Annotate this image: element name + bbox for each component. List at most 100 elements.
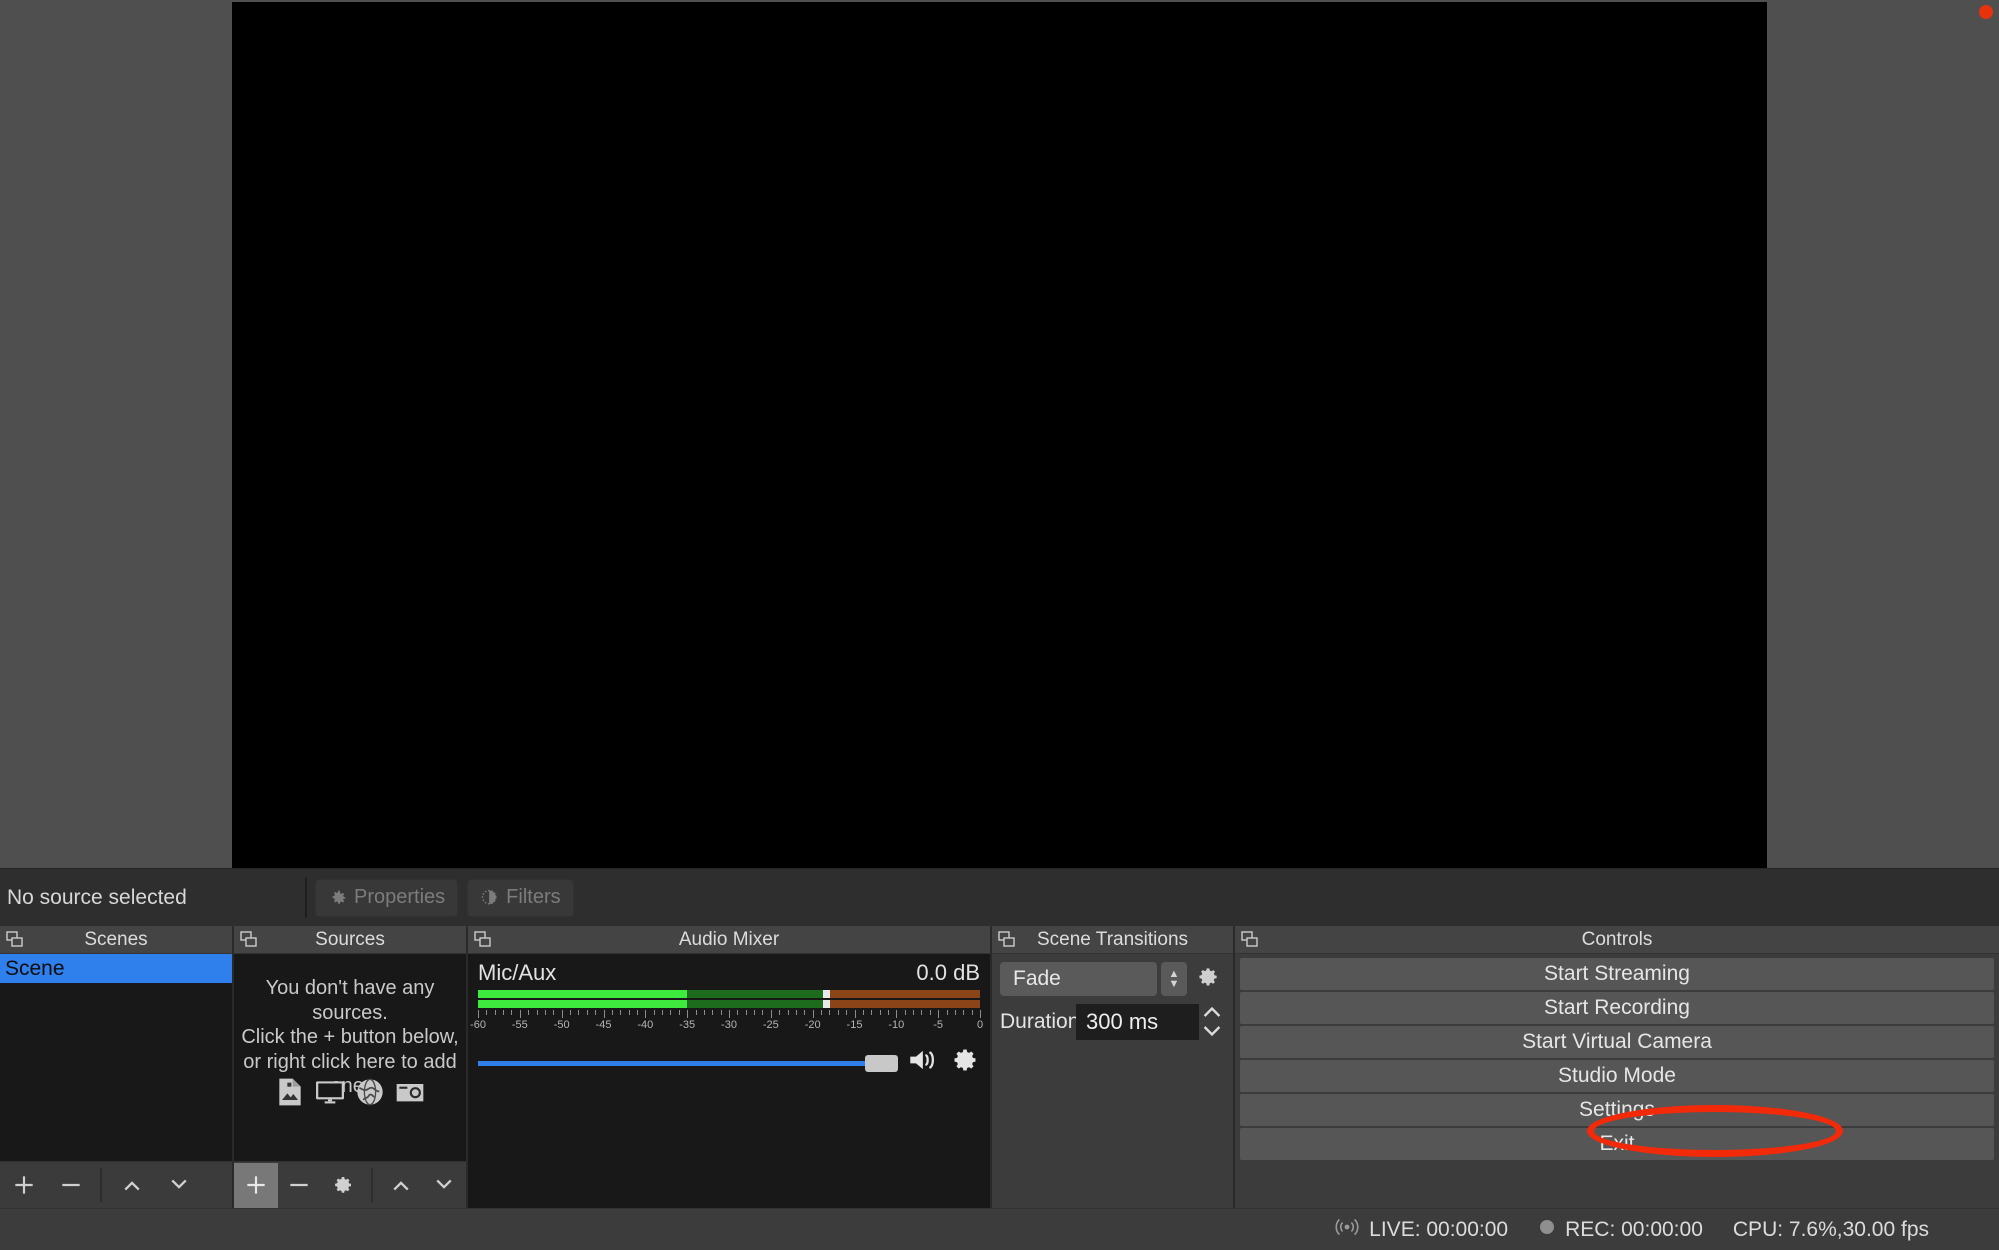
meter-tick [971, 1010, 973, 1015]
transition-select[interactable]: Fade [1000, 962, 1157, 996]
scenes-toolbar [0, 1161, 232, 1208]
meter-tick [804, 1010, 806, 1015]
start-streaming-label: Start Streaming [1544, 962, 1690, 985]
volume-slider-track [478, 1060, 898, 1066]
remove-source-button[interactable] [278, 1163, 322, 1208]
meter-tick-label: -40 [637, 1019, 654, 1031]
chevron-down-icon[interactable] [1201, 1024, 1223, 1044]
audio-channel-strip: Mic/Aux 0.0 dB -60 -55 -50 -45 -40 -35 -30 -25-… [468, 954, 990, 1208]
meter-tick [762, 1010, 764, 1015]
properties-button[interactable]: Properties [315, 878, 459, 917]
sources-toolbar [234, 1161, 466, 1208]
add-source-button[interactable] [234, 1162, 278, 1208]
sources-dock-body: You don't have any sources. Click the + … [234, 954, 466, 1208]
meter-tick-label: 0 [976, 1019, 984, 1031]
move-scene-up-button[interactable] [108, 1163, 155, 1208]
undock-icon[interactable] [1240, 930, 1260, 955]
audio-mixer-dock-body: Mic/Aux 0.0 dB -60 -55 -50 -45 -40 -35 -30 -25-… [468, 954, 990, 1208]
start-virtual-camera-button[interactable]: Start Virtual Camera [1240, 1026, 1994, 1058]
meter-segment-warning [825, 990, 980, 998]
meter-tick [653, 1010, 655, 1015]
undock-icon[interactable] [997, 930, 1017, 955]
broadcast-icon [1334, 1216, 1360, 1244]
meter-tick [887, 1010, 889, 1015]
filters-button[interactable]: Filters [467, 878, 574, 917]
meter-tick [812, 1010, 814, 1018]
cpu-status: CPU: 7.6%,30.00 fps [1733, 1218, 1929, 1242]
meter-tick [946, 1010, 948, 1015]
undock-icon[interactable] [5, 930, 25, 955]
meter-tick [628, 1010, 630, 1015]
scenes-list[interactable]: Scene [0, 954, 232, 1161]
transition-select-arrows[interactable]: ▲ ▼ [1161, 962, 1187, 996]
speaker-icon[interactable] [908, 1045, 940, 1080]
volume-slider[interactable] [478, 1052, 898, 1074]
scenes-dock: Scenes Scene [0, 926, 232, 1208]
meter-tick [837, 1010, 839, 1015]
list-item[interactable]: Scene [0, 954, 232, 983]
meter-tick-label: -25 [762, 1019, 779, 1031]
meter-tick [963, 1010, 965, 1015]
meter-tick [645, 1010, 647, 1018]
scenes-dock-title: Scenes [84, 928, 148, 950]
meter-tick [578, 1010, 580, 1015]
chevron-up-icon[interactable] [1201, 1004, 1223, 1024]
sources-list[interactable]: You don't have any sources. Click the + … [234, 954, 466, 1161]
remove-scene-button[interactable] [47, 1163, 94, 1208]
record-dot-icon [1538, 1218, 1556, 1242]
duration-input[interactable]: 300 ms [1076, 1004, 1199, 1040]
start-recording-button[interactable]: Start Recording [1240, 992, 1994, 1024]
undock-icon[interactable] [239, 930, 259, 955]
audio-mixer-dock: Audio Mixer Mic/Aux 0.0 dB -60 -55 -50 -45-… [466, 926, 990, 1208]
camera-icon [394, 1076, 426, 1113]
controls-dock: Controls Start Streaming Start Recording… [1233, 926, 1999, 1208]
meter-tick [938, 1010, 940, 1018]
settings-button[interactable]: Settings [1240, 1094, 1994, 1126]
meter-tick [570, 1010, 572, 1015]
preview-area[interactable] [0, 0, 1999, 868]
meter-tick [494, 1010, 496, 1015]
transition-select-value: Fade [1013, 967, 1061, 990]
meter-tick [620, 1010, 622, 1015]
meter-segment-warning [825, 1000, 980, 1008]
meter-tick [595, 1010, 597, 1015]
add-scene-button[interactable] [0, 1163, 47, 1208]
cpu-usage-label: CPU: 7.6%,30.00 fps [1732, 1217, 1929, 1241]
duration-stepper[interactable] [1199, 1004, 1225, 1040]
move-scene-down-button[interactable] [155, 1163, 202, 1208]
meter-tick [896, 1010, 898, 1018]
source-properties-button[interactable] [321, 1163, 365, 1208]
meter-tick [636, 1010, 638, 1015]
transition-properties-button[interactable] [1191, 962, 1225, 996]
meter-tick-label: -35 [679, 1019, 696, 1031]
start-streaming-button[interactable]: Start Streaming [1240, 958, 1994, 990]
meter-tick [904, 1010, 906, 1015]
duration-input-value: 300 ms [1086, 1009, 1159, 1034]
move-source-down-button[interactable] [422, 1163, 466, 1208]
undock-icon[interactable] [473, 930, 493, 955]
meter-tick [871, 1010, 873, 1015]
move-source-up-button[interactable] [379, 1163, 423, 1208]
meter-tick-label: -10 [888, 1019, 905, 1031]
sources-dock: Sources You don't have any sources. Clic… [232, 926, 466, 1208]
meter-peak-marker [823, 1000, 831, 1008]
preview-canvas[interactable] [232, 2, 1767, 868]
start-virtual-camera-label: Start Virtual Camera [1522, 1030, 1712, 1053]
meter-tick [921, 1010, 923, 1015]
channel-name: Mic/Aux [478, 960, 557, 985]
meter-tick [913, 1010, 915, 1015]
studio-mode-button[interactable]: Studio Mode [1240, 1060, 1994, 1092]
channel-header: Mic/Aux 0.0 dB [478, 960, 980, 986]
cursor-indicator [1979, 5, 1993, 19]
exit-button[interactable]: Exit [1240, 1128, 1994, 1160]
meter-tick [745, 1010, 747, 1015]
toolbar-divider [305, 877, 307, 918]
status-bar: LIVE: 00:00:00 REC: 00:00:00 CPU: 7.6%,3… [0, 1208, 1999, 1250]
meter-tick-label: -30 [721, 1019, 737, 1031]
meter-tick-label: -55 [511, 1019, 528, 1031]
volume-slider-handle[interactable] [865, 1054, 898, 1072]
meter-tick [954, 1010, 956, 1015]
meter-tick-label: -50 [553, 1019, 570, 1031]
meter-tick [720, 1010, 722, 1015]
gear-icon[interactable] [950, 1045, 980, 1080]
